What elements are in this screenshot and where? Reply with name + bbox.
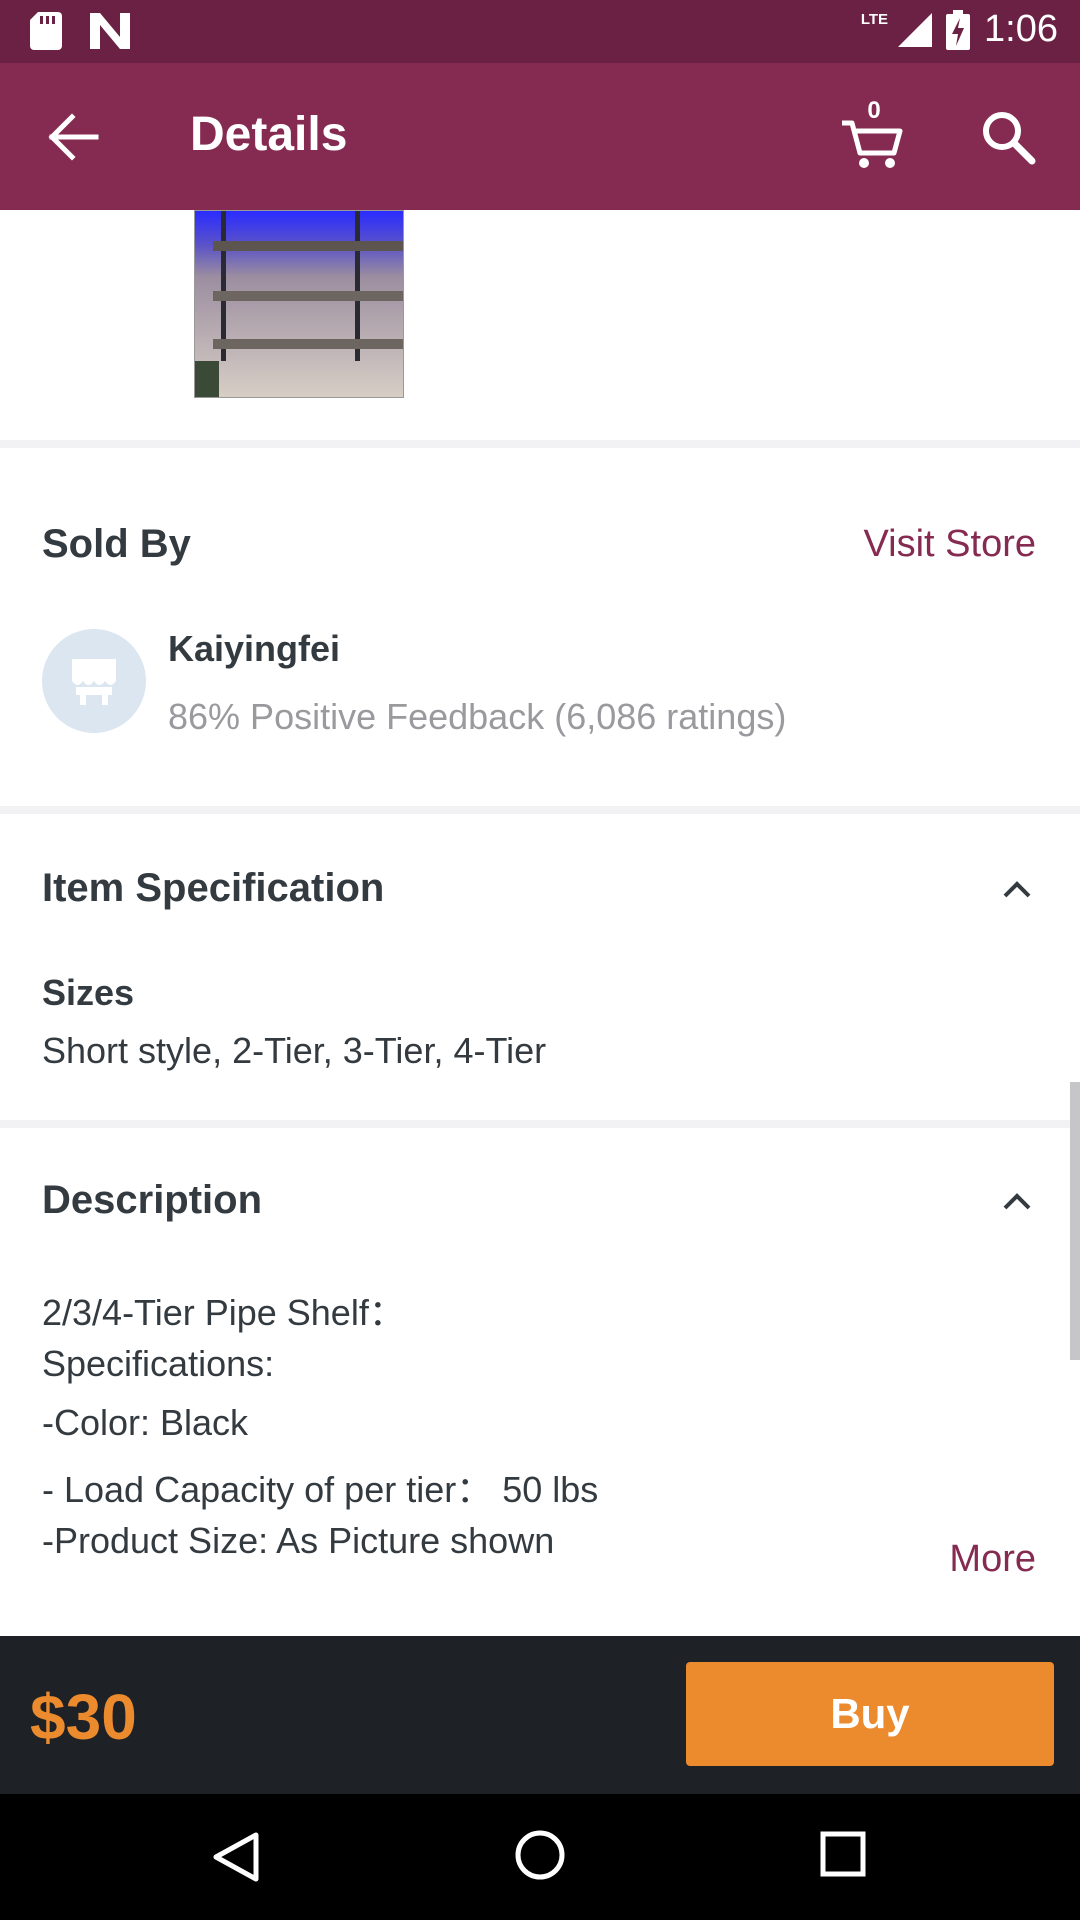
system-nav-bar: [0, 1794, 1080, 1920]
scrollbar[interactable]: [1070, 1082, 1080, 1360]
cart-count-badge: 0: [867, 97, 881, 124]
back-arrow-icon[interactable]: [46, 109, 102, 165]
seller-feedback: 86% Positive Feedback (6,086 ratings): [168, 696, 787, 737]
n-notification-icon: [90, 13, 130, 49]
price: $30: [30, 1681, 137, 1753]
battery-charging-icon: [946, 9, 971, 50]
network-type-label: LTE: [860, 11, 889, 28]
sizes-value: Short style, 2-Tier, 3-Tier, 4-Tier: [42, 1030, 547, 1071]
page-title: Details: [190, 108, 348, 161]
system-status: LTE 1:06: [861, 8, 1058, 51]
sd-card-icon: [30, 12, 62, 50]
visit-store-link[interactable]: Visit Store: [864, 523, 1036, 566]
description-line: -Product Size: As Picture shown: [42, 1520, 555, 1561]
description-title[interactable]: Description: [42, 1178, 262, 1223]
buy-button[interactable]: Buy: [686, 1662, 1054, 1766]
sizes-label: Sizes: [42, 972, 135, 1013]
seller-avatar[interactable]: [42, 629, 146, 733]
section-divider: [0, 440, 1080, 448]
description-line: Specifications:: [42, 1343, 275, 1384]
purchase-bar: $30 Buy: [0, 1636, 1080, 1794]
description-line: -Color: Black: [42, 1402, 249, 1443]
item-specification-title[interactable]: Item Specification: [42, 866, 384, 911]
seller-name[interactable]: Kaiyingfei: [168, 628, 340, 670]
status-bar: LTE 1:06: [0, 0, 1080, 63]
product-image: [195, 211, 403, 397]
product-thumbnail[interactable]: [194, 210, 404, 398]
description-line: 2/3/4-Tier Pipe Shelf：: [42, 1292, 405, 1333]
more-link[interactable]: More: [949, 1538, 1036, 1581]
section-divider: [0, 806, 1080, 814]
store-icon: [72, 659, 116, 705]
description-line: - Load Capacity of per tier： 50 lbs: [42, 1469, 599, 1510]
notification-icons: [30, 12, 130, 50]
sold-by-title: Sold By: [42, 522, 191, 566]
chevron-up-icon[interactable]: [1000, 1184, 1034, 1218]
clock: 1:06: [984, 8, 1058, 50]
chevron-up-icon[interactable]: [1000, 872, 1034, 906]
nav-home-icon[interactable]: [514, 1829, 566, 1881]
section-divider: [0, 1120, 1080, 1128]
app-bar: Details 0: [0, 63, 1080, 210]
search-icon[interactable]: [978, 107, 1038, 167]
signal-icon: [898, 12, 933, 47]
nav-recents-icon[interactable]: [820, 1831, 866, 1877]
nav-back-icon[interactable]: [212, 1831, 260, 1883]
